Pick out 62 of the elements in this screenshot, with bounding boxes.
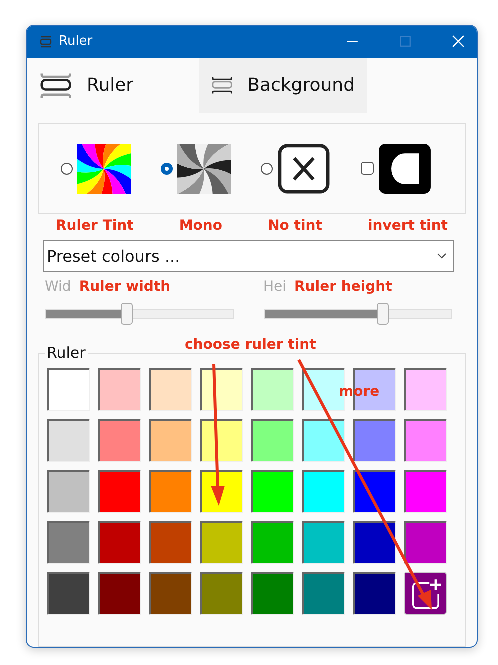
color-swatch[interactable]	[98, 521, 141, 564]
color-swatch[interactable]	[47, 521, 90, 564]
ruler-icon	[39, 34, 53, 49]
color-swatch[interactable]	[47, 368, 90, 411]
color-swatch[interactable]	[149, 368, 192, 411]
color-swatch[interactable]	[251, 368, 294, 411]
color-swatch[interactable]	[47, 419, 90, 462]
radio-button[interactable]	[161, 162, 173, 174]
cross-icon	[277, 144, 331, 194]
color-swatch[interactable]	[353, 572, 396, 615]
preset-dropdown[interactable]: Preset colours ...	[43, 240, 454, 272]
multicolor-swirl-icon	[77, 144, 131, 194]
slider-label: Hei	[264, 279, 287, 295]
color-swatch[interactable]	[353, 521, 396, 564]
color-swatch[interactable]	[98, 572, 141, 615]
tab[interactable]: Background	[199, 58, 367, 113]
color-swatch[interactable]	[149, 470, 192, 513]
color-swatch[interactable]	[200, 521, 243, 564]
color-swatch[interactable]	[98, 368, 141, 411]
color-swatch[interactable]	[404, 368, 447, 411]
slider[interactable]	[264, 303, 452, 325]
radio-button[interactable]	[261, 162, 273, 174]
monochrome-swirl-icon	[177, 144, 231, 194]
color-swatch[interactable]	[200, 419, 243, 462]
annotation-label: Ruler Tint	[56, 218, 134, 234]
close-icon[interactable]	[452, 35, 465, 48]
annotation-label: No tint	[268, 218, 322, 234]
color-swatch[interactable]	[47, 572, 90, 615]
color-swatch[interactable]	[251, 470, 294, 513]
color-swatch[interactable]	[404, 521, 447, 564]
color-swatch[interactable]	[404, 419, 447, 462]
annotation-label: Mono	[179, 218, 223, 234]
contrast-icon	[378, 144, 432, 194]
slider[interactable]	[45, 303, 234, 325]
color-swatch[interactable]	[251, 521, 294, 564]
window-title: Ruler	[59, 34, 93, 50]
color-swatch[interactable]	[200, 572, 243, 615]
color-swatch[interactable]	[200, 368, 243, 411]
color-swatch[interactable]	[302, 470, 345, 513]
checkbox[interactable]	[361, 162, 374, 175]
color-swatch[interactable]	[251, 419, 294, 462]
annotation-label: Ruler height	[294, 279, 392, 295]
color-swatch[interactable]	[149, 419, 192, 462]
color-swatch[interactable]	[98, 419, 141, 462]
color-swatch[interactable]	[149, 572, 192, 615]
slider-label: Wid	[45, 279, 72, 295]
color-swatch[interactable]	[98, 470, 141, 513]
color-swatch[interactable]	[353, 419, 396, 462]
annotation-label: invert tint	[368, 218, 448, 234]
color-swatch[interactable]	[302, 572, 345, 615]
color-swatch[interactable]	[47, 470, 90, 513]
color-swatch[interactable]	[200, 470, 243, 513]
color-swatch[interactable]	[302, 419, 345, 462]
annotation-label: Ruler width	[79, 279, 171, 295]
color-swatch[interactable]	[251, 572, 294, 615]
color-swatch[interactable]	[353, 470, 396, 513]
caret-icon	[437, 253, 447, 259]
color-swatch[interactable]	[302, 521, 345, 564]
color-swatch[interactable]	[404, 470, 447, 513]
radio-button[interactable]	[61, 162, 73, 174]
annotation-label: choose ruler tint	[185, 337, 316, 353]
color-swatch[interactable]	[149, 521, 192, 564]
